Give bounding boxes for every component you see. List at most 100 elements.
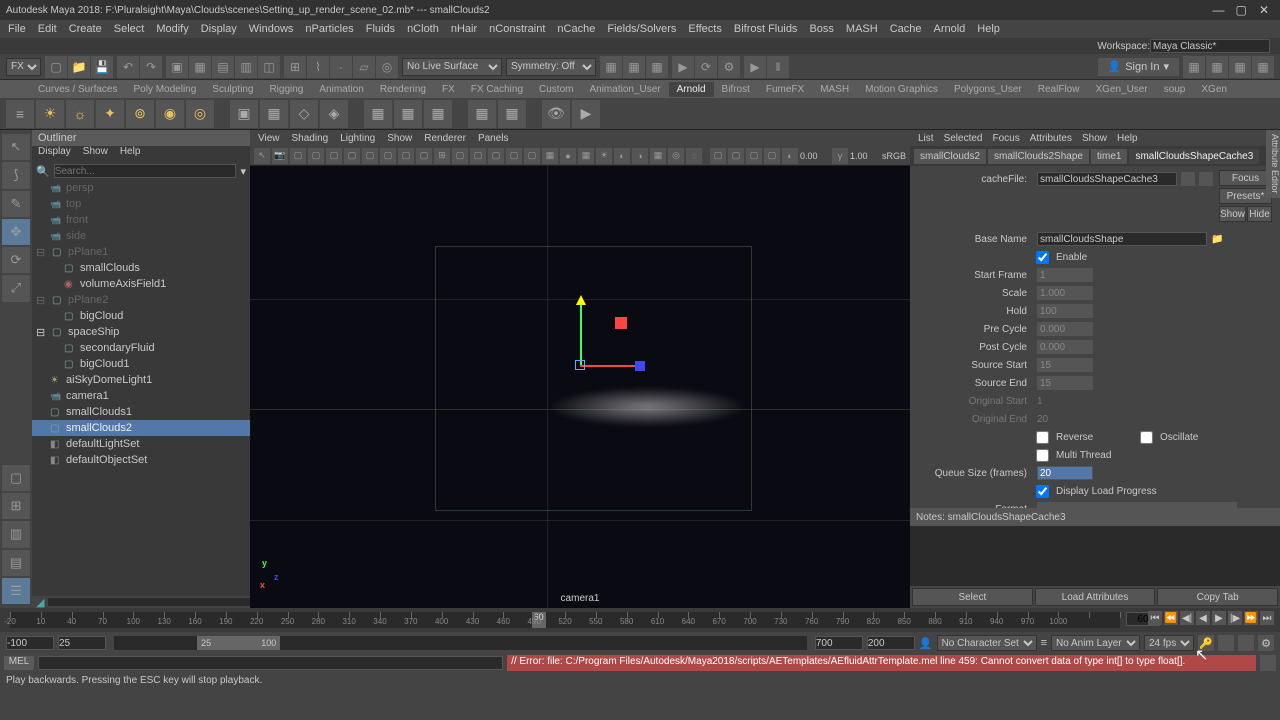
attr-menu-list[interactable]: List: [918, 133, 934, 144]
outliner-scrollbar[interactable]: ◢: [32, 596, 250, 608]
plane-yz-icon[interactable]: [615, 317, 627, 329]
shelf-tab-fumefx[interactable]: FumeFX: [758, 82, 812, 97]
menu-fieldssolvers[interactable]: Fields/Solvers: [607, 23, 676, 35]
shelf-tab-rendering[interactable]: Rendering: [372, 82, 434, 97]
workspace-select[interactable]: [1150, 39, 1270, 53]
viewport-menu-lighting[interactable]: Lighting: [340, 133, 375, 144]
attr-menu-selected[interactable]: Selected: [944, 133, 983, 144]
vp-i-icon[interactable]: ▢: [452, 148, 468, 164]
sel-mode-5-icon[interactable]: ◫: [258, 56, 280, 78]
enable-checkbox[interactable]: [1036, 251, 1049, 264]
shelf-tab-animation[interactable]: Animation: [311, 82, 371, 97]
reverse-checkbox[interactable]: [1036, 431, 1049, 444]
time-slider[interactable]: 60 -201040701001301601902202502803103403…: [0, 608, 1280, 632]
b-icon[interactable]: ▦: [394, 100, 422, 128]
vp-iso-icon[interactable]: ◎: [668, 148, 684, 164]
menu-file[interactable]: File: [8, 23, 26, 35]
vp-exposure-icon[interactable]: ◐: [782, 148, 798, 164]
vp-aa-icon[interactable]: ▦: [650, 148, 666, 164]
source-end-field[interactable]: [1037, 376, 1093, 390]
attr-menu-help[interactable]: Help: [1117, 133, 1138, 144]
shelf-tab-custom[interactable]: Custom: [531, 82, 581, 97]
vp-shade-icon[interactable]: ●: [560, 148, 576, 164]
move-tool-icon[interactable]: ✥: [2, 219, 30, 245]
base-name-field[interactable]: [1037, 232, 1207, 246]
minimize-button[interactable]: —: [1208, 3, 1228, 17]
axis-y-icon[interactable]: [580, 305, 582, 365]
play-forward-icon[interactable]: ▶: [1212, 611, 1226, 625]
outliner-item-secondaryfluid[interactable]: secondaryFluid: [32, 340, 250, 356]
prefs-a-icon[interactable]: [1218, 635, 1234, 651]
go-end-icon[interactable]: ⏭: [1260, 611, 1274, 625]
vp-wire-icon[interactable]: ▦: [542, 148, 558, 164]
shelf-tab-bifrost[interactable]: Bifrost: [714, 82, 758, 97]
attribute-editor-side-tab[interactable]: Attribute Editor: [1266, 130, 1280, 198]
menu-bifrostfluids[interactable]: Bifrost Fluids: [734, 23, 798, 35]
start-frame-field[interactable]: [1037, 268, 1093, 282]
viewport-menu-shading[interactable]: Shading: [292, 133, 329, 144]
vp-d-icon[interactable]: ▢: [344, 148, 360, 164]
menu-nconstraint[interactable]: nConstraint: [489, 23, 545, 35]
source-start-field[interactable]: [1037, 358, 1093, 372]
panel-2-icon[interactable]: ▦: [1206, 56, 1228, 78]
menu-nparticles[interactable]: nParticles: [305, 23, 353, 35]
snap-point-icon[interactable]: ·: [330, 56, 352, 78]
prefs-b-icon[interactable]: [1238, 635, 1254, 651]
step-forward-key-icon[interactable]: ⏩: [1244, 611, 1258, 625]
attr-menu-show[interactable]: Show: [1082, 133, 1107, 144]
expand-icon[interactable]: ⊟: [36, 326, 48, 339]
viewport-menu-panels[interactable]: Panels: [478, 133, 509, 144]
render-settings-icon[interactable]: ⚙: [718, 56, 740, 78]
panel-4-icon[interactable]: ▦: [1252, 56, 1274, 78]
physical-sky-icon[interactable]: ◉: [156, 100, 184, 128]
c-icon[interactable]: ▦: [424, 100, 452, 128]
vp-ao-icon[interactable]: ◑: [632, 148, 648, 164]
multithread-checkbox[interactable]: [1036, 449, 1049, 462]
anim-end-field[interactable]: [867, 636, 915, 650]
step-forward-icon[interactable]: |▶: [1228, 611, 1242, 625]
post-cycle-field[interactable]: [1037, 340, 1093, 354]
attr-tab-time1[interactable]: time1: [1091, 149, 1127, 164]
pre-cycle-field[interactable]: [1037, 322, 1093, 336]
outliner-item-pplane1[interactable]: ⊟pPlane1: [32, 244, 250, 260]
viewport-menu-show[interactable]: Show: [387, 133, 412, 144]
vp-cam-icon[interactable]: 📷: [272, 148, 288, 164]
anim-layer-icon[interactable]: ≡: [1041, 637, 1047, 649]
node-name-field[interactable]: [1037, 172, 1177, 186]
play-backward-icon[interactable]: ◀: [1196, 611, 1210, 625]
snap-grid-icon[interactable]: ⊞: [284, 56, 306, 78]
skydome-light-icon[interactable]: ☀: [36, 100, 64, 128]
tb-a-icon[interactable]: ▦: [600, 56, 622, 78]
outliner-item-bigcloud1[interactable]: bigCloud1: [32, 356, 250, 372]
node-icon-b[interactable]: [1199, 172, 1213, 186]
center-handle-icon[interactable]: [575, 360, 585, 370]
menu-ncloth[interactable]: nCloth: [407, 23, 439, 35]
ipr-icon[interactable]: ⟳: [695, 56, 717, 78]
open-scene-icon[interactable]: 📁: [68, 56, 90, 78]
attr-menu-attributes[interactable]: Attributes: [1030, 133, 1072, 144]
attr-tab-smallclouds2shape[interactable]: smallClouds2Shape: [988, 149, 1089, 164]
vp-k-icon[interactable]: ▢: [488, 148, 504, 164]
menu-create[interactable]: Create: [69, 23, 102, 35]
shelf-tab-soup[interactable]: soup: [1156, 82, 1194, 97]
menu-fluids[interactable]: Fluids: [366, 23, 395, 35]
select-tool-icon[interactable]: ↖: [2, 134, 30, 160]
menu-ncache[interactable]: nCache: [557, 23, 595, 35]
attr-menu-focus[interactable]: Focus: [992, 133, 1019, 144]
outliner-item-spaceship[interactable]: ⊟spaceShip: [32, 324, 250, 340]
vp-light-icon[interactable]: ☀: [596, 148, 612, 164]
outliner-item-camera1[interactable]: camera1: [32, 388, 250, 404]
display-load-checkbox[interactable]: [1036, 485, 1049, 498]
vp-grid-icon[interactable]: ⊞: [434, 148, 450, 164]
shelf-tab-curvessurfaces[interactable]: Curves / Surfaces: [30, 82, 125, 97]
mesh-light-icon[interactable]: ✦: [96, 100, 124, 128]
photometric-light-icon[interactable]: ⊚: [126, 100, 154, 128]
sel-mode-2-icon[interactable]: ▦: [189, 56, 211, 78]
shelf-tab-sculpting[interactable]: Sculpting: [204, 82, 261, 97]
vp-o-icon[interactable]: ▢: [728, 148, 744, 164]
panel-3-icon[interactable]: ▦: [1229, 56, 1251, 78]
menu-edit[interactable]: Edit: [38, 23, 57, 35]
render-view-icon[interactable]: 👁: [542, 100, 570, 128]
oscillate-checkbox[interactable]: [1140, 431, 1153, 444]
notes-header[interactable]: Notes: smallCloudsShapeCache3: [910, 508, 1280, 526]
